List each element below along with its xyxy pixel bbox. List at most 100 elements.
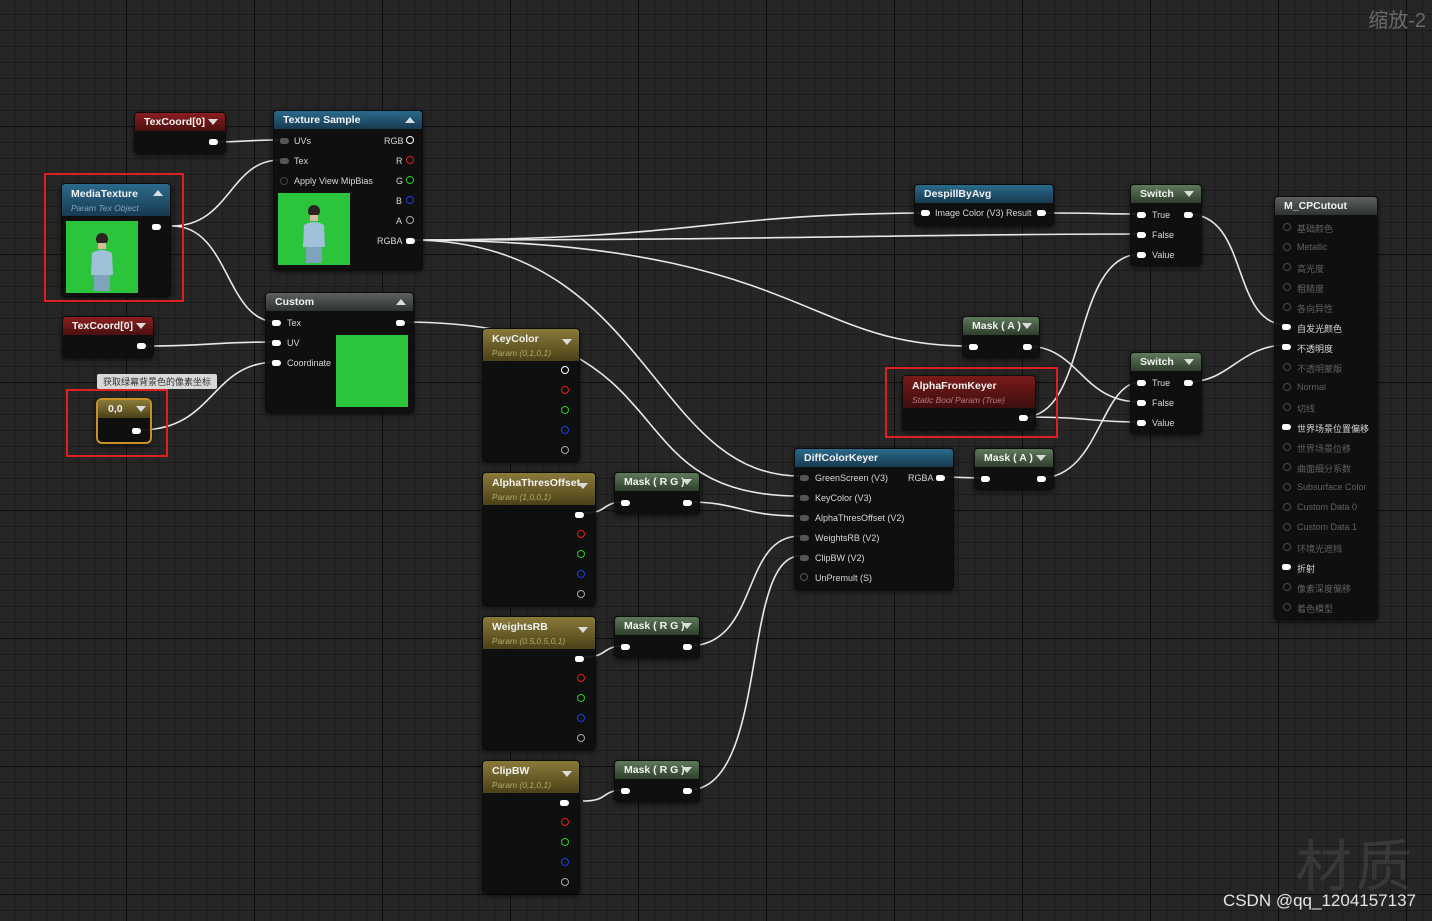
output-pin-a[interactable] [406, 216, 414, 224]
input-pin-tex[interactable] [280, 158, 289, 164]
input-pin-greenscreen[interactable] [800, 475, 809, 481]
output-pin-a[interactable] [561, 878, 569, 886]
output-pin[interactable] [1184, 212, 1193, 218]
material-input-pin[interactable] [1283, 543, 1291, 551]
input-pin-mipbias[interactable] [280, 177, 288, 185]
material-input-pin[interactable] [1283, 403, 1291, 411]
output-pin-b[interactable] [577, 570, 585, 578]
output-pin-rgb[interactable] [561, 366, 569, 374]
material-input-pin[interactable] [1283, 243, 1291, 251]
output-pin-b[interactable] [561, 858, 569, 866]
output-pin[interactable] [209, 139, 218, 145]
input-pin[interactable] [621, 500, 630, 506]
output-pin-r[interactable] [561, 386, 569, 394]
material-input-pin[interactable] [1283, 463, 1291, 471]
chevron-up-icon[interactable] [396, 299, 406, 305]
chevron-down-icon[interactable] [208, 119, 218, 125]
input-pin-false[interactable] [1137, 232, 1146, 238]
texture-sample-node[interactable]: Texture Sample UVs Tex Apply View MipBia… [273, 110, 423, 270]
input-pin-false[interactable] [1137, 400, 1146, 406]
material-input-pin[interactable] [1283, 383, 1291, 391]
output-pin-b[interactable] [577, 714, 585, 722]
material-input-pin[interactable] [1283, 503, 1291, 511]
material-input-pin[interactable] [1283, 363, 1291, 371]
output-pin[interactable] [683, 500, 692, 506]
output-pin[interactable] [683, 644, 692, 650]
keycolor-node[interactable]: KeyColor Param (0,1,0,1) [482, 328, 580, 462]
switch-node-top[interactable]: Switch True False Value [1130, 184, 1202, 266]
mask-a-node[interactable]: Mask ( A ) [962, 316, 1040, 358]
alpha-thres-node[interactable]: AlphaThresOffset Param (1,0,0,1) [482, 472, 596, 606]
material-input-pin[interactable] [1282, 424, 1291, 430]
input-pin-keycolor[interactable] [800, 495, 809, 501]
material-input-pin[interactable] [1282, 344, 1291, 350]
material-input-pin[interactable] [1283, 523, 1291, 531]
output-pin-a[interactable] [577, 734, 585, 742]
output-pin-rgb[interactable] [575, 656, 584, 662]
output-pin-a[interactable] [577, 590, 585, 598]
output-pin-b[interactable] [561, 426, 569, 434]
chevron-down-icon[interactable] [682, 623, 692, 629]
output-pin-b[interactable] [406, 196, 414, 204]
output-pin[interactable] [137, 343, 146, 349]
output-pin[interactable] [396, 320, 405, 326]
despill-node[interactable]: DespillByAvg Image Color (V3) Result [914, 184, 1054, 226]
output-pin-rgb[interactable] [575, 512, 584, 518]
output-pin-r[interactable] [561, 818, 569, 826]
output-pin[interactable] [1037, 210, 1046, 216]
output-pin-rgb[interactable] [406, 136, 414, 144]
mask-rg-node[interactable]: Mask ( R G ) [614, 760, 700, 802]
mask-rg-node[interactable]: Mask ( R G ) [614, 616, 700, 658]
input-pin[interactable] [981, 476, 990, 482]
output-pin-a[interactable] [561, 446, 569, 454]
texcoord-node-top[interactable]: TexCoord[0] [134, 112, 226, 154]
custom-node[interactable]: Custom Tex UV Coordinate [265, 292, 414, 413]
input-pin-value[interactable] [1137, 252, 1146, 258]
output-pin-rgba[interactable] [406, 238, 415, 244]
material-input-pin[interactable] [1283, 263, 1291, 271]
output-pin-rgba[interactable] [936, 475, 945, 481]
input-pin-uvs[interactable] [280, 138, 289, 144]
diff-color-keyer-node[interactable]: DiffColorKeyer GreenScreen (V3) KeyColor… [794, 448, 954, 590]
material-input-pin[interactable] [1283, 443, 1291, 451]
input-pin-tex[interactable] [272, 320, 281, 326]
chevron-down-icon[interactable] [1022, 323, 1032, 329]
chevron-down-icon[interactable] [682, 767, 692, 773]
mask-a-node[interactable]: Mask ( A ) [974, 448, 1054, 490]
input-pin-true[interactable] [1137, 212, 1146, 218]
mask-rg-node[interactable]: Mask ( R G ) [614, 472, 700, 514]
chevron-down-icon[interactable] [578, 483, 588, 489]
chevron-down-icon[interactable] [562, 339, 572, 345]
input-pin[interactable] [969, 344, 978, 350]
output-pin-r[interactable] [577, 674, 585, 682]
chevron-down-icon[interactable] [1184, 191, 1194, 197]
input-pin-value[interactable] [1137, 420, 1146, 426]
input-pin-uv[interactable] [272, 340, 281, 346]
chevron-down-icon[interactable] [682, 479, 692, 485]
material-input-pin[interactable] [1283, 223, 1291, 231]
material-input-pin[interactable] [1283, 283, 1291, 291]
material-input-pin[interactable] [1283, 483, 1291, 491]
output-pin-g[interactable] [406, 176, 414, 184]
output-pin[interactable] [1037, 476, 1046, 482]
material-input-pin[interactable] [1283, 303, 1291, 311]
output-pin[interactable] [1023, 344, 1032, 350]
output-pin-r[interactable] [577, 530, 585, 538]
chevron-up-icon[interactable] [405, 117, 415, 123]
input-pin[interactable] [921, 210, 930, 216]
weights-rb-node[interactable]: WeightsRB Param (0.5,0.5,0,1) [482, 616, 596, 750]
clip-bw-node[interactable]: ClipBW Param (0,1,0,1) [482, 760, 580, 894]
output-pin-g[interactable] [561, 838, 569, 846]
input-pin-alphathres[interactable] [800, 515, 809, 521]
comment-bubble[interactable]: 获取绿幕背景色的像素坐标 [97, 374, 218, 389]
chevron-down-icon[interactable] [136, 323, 146, 329]
output-pin-g[interactable] [577, 694, 585, 702]
input-pin-clipbw[interactable] [800, 555, 809, 561]
output-pin-rgb[interactable] [560, 800, 569, 806]
texcoord-node-left[interactable]: TexCoord[0] [62, 316, 154, 358]
chevron-down-icon[interactable] [1036, 455, 1046, 461]
input-pin-unpremult[interactable] [800, 573, 808, 581]
output-pin-r[interactable] [406, 156, 414, 164]
output-pin[interactable] [683, 788, 692, 794]
input-pin-coordinate[interactable] [272, 360, 281, 366]
